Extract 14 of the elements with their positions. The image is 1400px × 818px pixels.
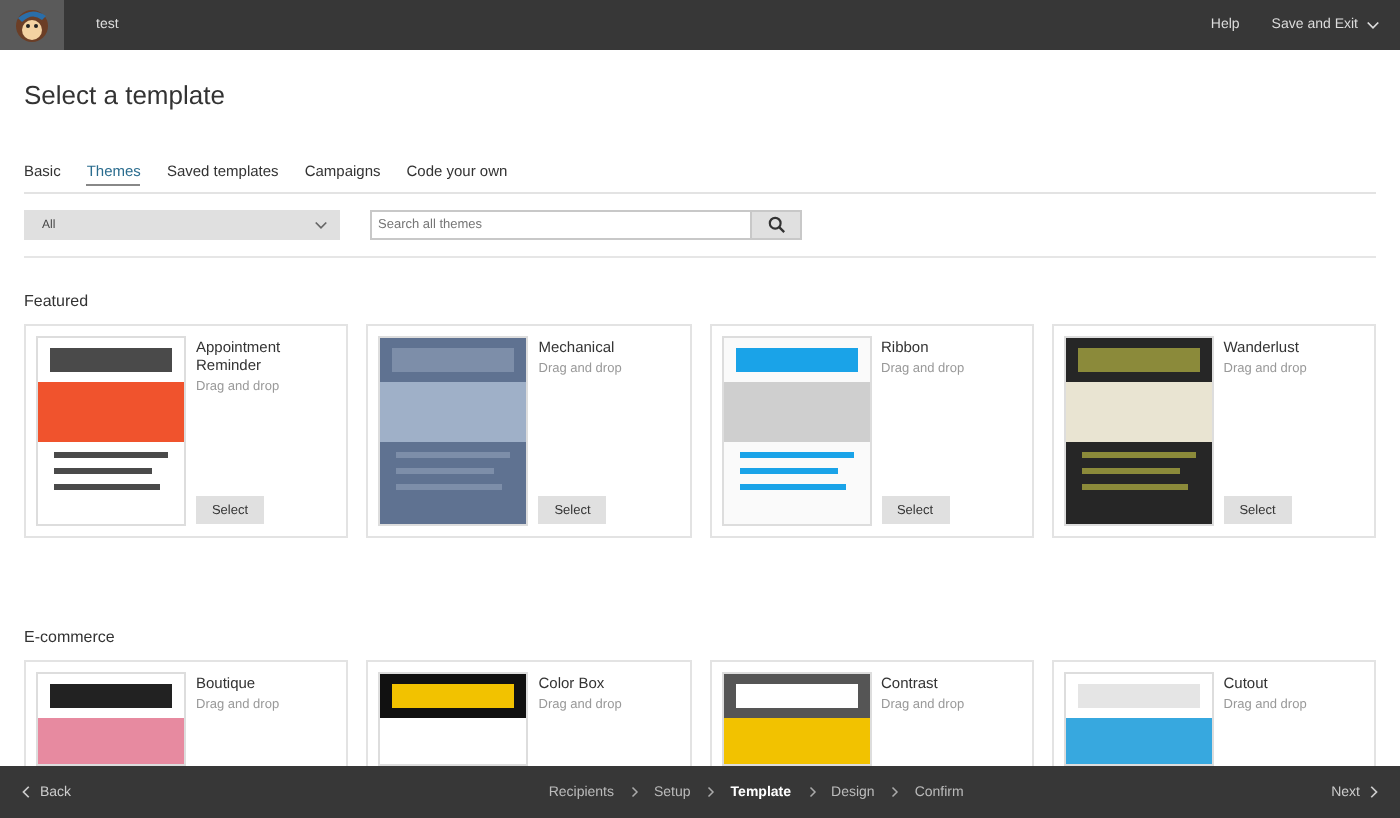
chevron-icon	[1366, 784, 1380, 800]
chevron-icon	[888, 784, 901, 800]
search-button[interactable]	[750, 210, 802, 240]
chevron-icon	[628, 784, 640, 800]
chevron-icon	[704, 784, 717, 800]
chevron-icon	[805, 784, 818, 800]
section-heading: Featured	[24, 292, 91, 310]
section-heading: E-commerce	[24, 628, 117, 646]
monkey-logo-icon[interactable]	[14, 5, 50, 45]
chevron-icon	[1366, 17, 1380, 33]
chevron-icon	[20, 784, 34, 800]
search-icon	[767, 216, 785, 234]
page-title: Select a template	[24, 80, 227, 110]
chevron-icon	[314, 217, 328, 233]
